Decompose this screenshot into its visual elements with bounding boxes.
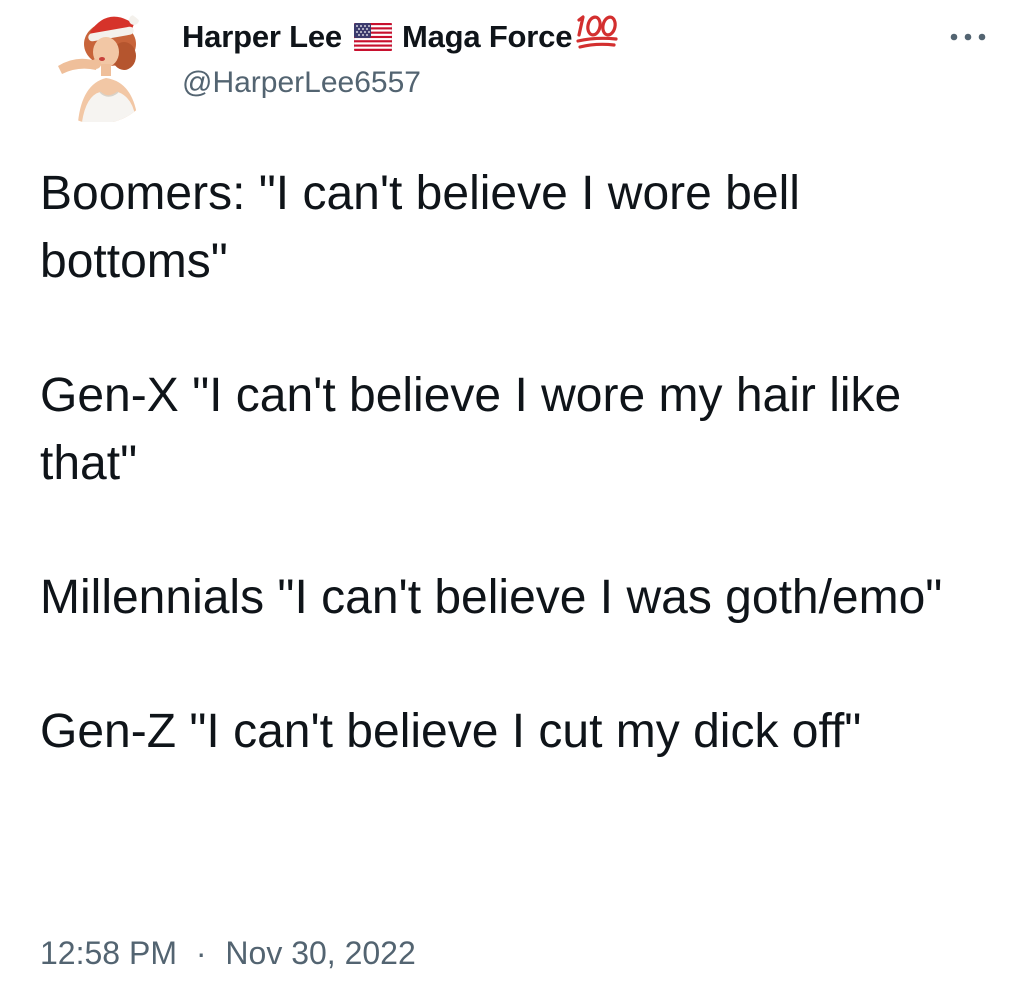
display-name-second[interactable]: Maga Force [402,19,572,55]
tweet-time[interactable]: 12:58 PM [40,935,177,971]
hundred-points-icon [574,11,620,51]
display-name-row[interactable]: Harper Lee Maga Force [182,15,620,58]
tweet-paragraph-genz: Gen-Z "I can't believe I cut my dick off… [40,705,862,758]
pinup-avatar-image [38,4,158,124]
tweet-date[interactable]: Nov 30, 2022 [225,935,415,971]
avatar[interactable] [38,4,158,124]
more-options-button[interactable] [944,22,992,52]
tweet-paragraph-millennials: Millennials "I can't believe I was goth/… [40,571,943,624]
user-handle[interactable]: @HarperLee6557 [182,66,421,100]
more-options-icon [950,33,986,41]
display-name-first[interactable]: Harper Lee [182,19,342,55]
tweet-paragraph-genx: Gen-X "I can't believe I wore my hair li… [40,369,902,490]
us-flag-icon [353,23,392,51]
tweet-paragraph-boomers: Boomers: "I can't believe I wore bell bo… [40,167,800,288]
tweet-timestamp[interactable]: 12:58 PM · Nov 30, 2022 [40,935,416,972]
tweet-text: Boomers: "I can't believe I wore bell bo… [40,160,980,766]
timestamp-separator: · [195,935,207,971]
tweet-card: Harper Lee Maga Force @HarperLee6557 Boo… [0,0,1024,1000]
